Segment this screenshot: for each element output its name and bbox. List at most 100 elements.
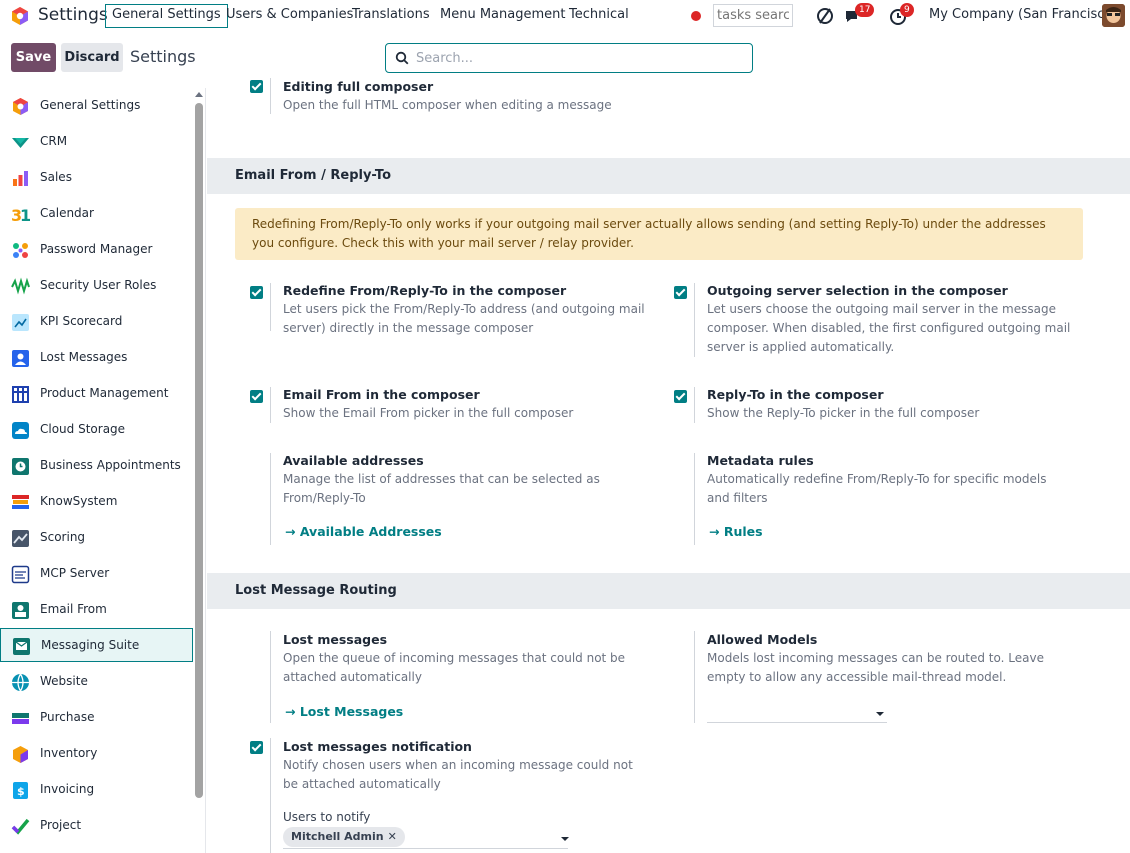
- menu-menu-management[interactable]: Menu Management: [440, 4, 565, 28]
- sidebar-item-sales[interactable]: Sales: [0, 161, 193, 195]
- metadata-rules-desc: Automatically redefine From/Reply-To for…: [707, 472, 1047, 505]
- sidebar-item-business-appointments[interactable]: Business Appointments: [0, 449, 193, 483]
- sidebar-item-knowsystem[interactable]: KnowSystem: [0, 485, 193, 519]
- menu-general-settings[interactable]: General Settings: [105, 4, 228, 28]
- company-switcher[interactable]: My Company (San Francisco): [929, 7, 1117, 22]
- product-management-icon: [12, 386, 29, 403]
- email-from-composer-checkbox[interactable]: [250, 390, 263, 403]
- redefine-from-title: Redefine From/Reply-To in the composer: [283, 283, 567, 298]
- sidebar-item-general-settings[interactable]: General Settings: [0, 89, 193, 123]
- sidebar-scroll-thumb[interactable]: [195, 103, 203, 798]
- setting-divider: [694, 283, 695, 357]
- user-avatar-icon: [1102, 4, 1125, 27]
- discuss-refresh-icon[interactable]: [814, 5, 836, 27]
- editing-full-composer-checkbox[interactable]: [250, 80, 263, 93]
- sidebar-item-website[interactable]: Website: [0, 665, 193, 699]
- setting-divider: [694, 387, 695, 423]
- setting-divider: [270, 453, 271, 545]
- scroll-up-arrow-icon[interactable]: [195, 92, 203, 97]
- sidebar-item-kpi-scorecard[interactable]: KPI Scorecard: [0, 305, 193, 339]
- sidebar-item-crm[interactable]: CRM: [0, 125, 193, 159]
- sidebar-item-security-user-roles[interactable]: Security User Roles: [0, 269, 193, 303]
- lost-messages-link[interactable]: → Lost Messages: [285, 704, 403, 719]
- chevron-down-icon[interactable]: [876, 712, 884, 716]
- menu-translations[interactable]: Translations: [352, 4, 430, 28]
- sidebar-item-calendar[interactable]: 31 Calendar: [0, 197, 193, 231]
- reply-to-composer-title: Reply-To in the composer: [707, 387, 884, 402]
- section-title: Email From / Reply-To: [235, 168, 391, 183]
- sidebar-item-password-manager[interactable]: Password Manager: [0, 233, 193, 267]
- sidebar-item-invoicing[interactable]: $ Invoicing: [0, 773, 193, 807]
- user-avatar[interactable]: [1102, 4, 1125, 27]
- sidebar-item-label: MCP Server: [40, 566, 110, 580]
- recording-dot-icon[interactable]: [691, 11, 701, 21]
- sidebar-item-label: Purchase: [40, 710, 95, 724]
- redefine-from-checkbox[interactable]: [250, 286, 263, 299]
- reply-to-composer-checkbox[interactable]: [674, 390, 687, 403]
- lost-notification-checkbox[interactable]: [250, 741, 263, 754]
- sidebar-item-scoring[interactable]: Scoring: [0, 521, 193, 555]
- sidebar-item-mcp-server[interactable]: MCP Server: [0, 557, 193, 591]
- lost-messages-desc: Open the queue of incoming messages that…: [283, 651, 626, 684]
- warning-alert: Redefining From/Reply-To only works if y…: [235, 208, 1083, 260]
- sidebar-item-label: Security User Roles: [40, 278, 157, 292]
- reply-to-composer-desc: Show the Reply-To picker in the full com…: [707, 406, 980, 420]
- sidebar-item-label: Website: [40, 674, 88, 688]
- tasks-search-input[interactable]: [713, 4, 793, 27]
- remove-tag-icon[interactable]: ✕: [388, 830, 397, 843]
- editing-full-composer-desc: Open the full HTML composer when editing…: [283, 98, 612, 112]
- cloud-storage-icon: [12, 422, 29, 439]
- activities-badge: 9: [900, 3, 914, 17]
- sidebar-item-lost-messages[interactable]: Lost Messages: [0, 341, 193, 375]
- lost-messages-title: Lost messages: [283, 632, 388, 647]
- discard-button[interactable]: Discard: [61, 43, 123, 72]
- sidebar-item-email-from[interactable]: Email From: [0, 593, 193, 627]
- metadata-rules-title: Metadata rules: [707, 453, 814, 468]
- chevron-down-icon[interactable]: [561, 837, 569, 841]
- scoring-icon: [12, 530, 29, 547]
- sidebar-item-cloud-storage[interactable]: Cloud Storage: [0, 413, 193, 447]
- sidebar-item-label: Email From: [40, 602, 107, 616]
- sidebar-item-label: Messaging Suite: [41, 638, 140, 652]
- crm-icon: [12, 138, 29, 148]
- setting-divider: [694, 631, 695, 723]
- project-icon: [11, 818, 30, 835]
- setting-divider: [270, 283, 271, 331]
- section-header-email-from: Email From / Reply-To: [207, 158, 1130, 194]
- odoo-logo-icon: [13, 98, 28, 115]
- available-addresses-link[interactable]: → Available Addresses: [285, 524, 442, 539]
- setting-divider: [270, 387, 271, 423]
- sidebar-item-purchase[interactable]: Purchase: [0, 701, 193, 735]
- sidebar-item-label: Invoicing: [40, 782, 95, 796]
- security-roles-icon: [11, 277, 30, 295]
- rules-link[interactable]: → Rules: [709, 524, 763, 539]
- select-underline: [707, 722, 887, 723]
- lost-messages-icon: [12, 350, 29, 367]
- allowed-models-select[interactable]: [707, 704, 887, 724]
- settings-sidebar: General Settings CRM Sales 31 Calendar P…: [0, 88, 206, 853]
- menu-users-companies[interactable]: Users & Companies: [226, 4, 353, 28]
- sidebar-item-inventory[interactable]: Inventory: [0, 737, 193, 771]
- kpi-icon: [12, 314, 29, 331]
- sidebar-item-label: Scoring: [40, 530, 86, 544]
- sidebar-item-label: Business Appointments: [40, 458, 181, 472]
- setting-divider: [270, 631, 271, 723]
- sidebar-item-messaging-suite[interactable]: Messaging Suite: [0, 628, 193, 662]
- settings-search-input[interactable]: Search...: [385, 43, 753, 73]
- menu-technical[interactable]: Technical: [569, 4, 629, 28]
- messaging-suite-icon: [13, 638, 30, 655]
- lost-notification-title: Lost messages notification: [283, 739, 472, 754]
- outgoing-server-checkbox[interactable]: [674, 286, 687, 299]
- sidebar-item-label: Calendar: [40, 206, 94, 220]
- save-button[interactable]: Save: [11, 43, 56, 72]
- website-icon: [12, 673, 29, 692]
- sidebar-item-product-management[interactable]: Product Management: [0, 377, 193, 411]
- sidebar-item-label: Password Manager: [40, 242, 153, 256]
- app-title[interactable]: Settings: [38, 5, 108, 25]
- lost-notification-desc: Notify chosen users when an incoming mes…: [283, 758, 633, 791]
- odoo-logo-icon[interactable]: [10, 6, 30, 26]
- setting-divider: [270, 738, 271, 853]
- select-underline: [283, 848, 568, 849]
- inventory-icon: [13, 746, 28, 763]
- sidebar-item-project[interactable]: Project: [0, 809, 193, 843]
